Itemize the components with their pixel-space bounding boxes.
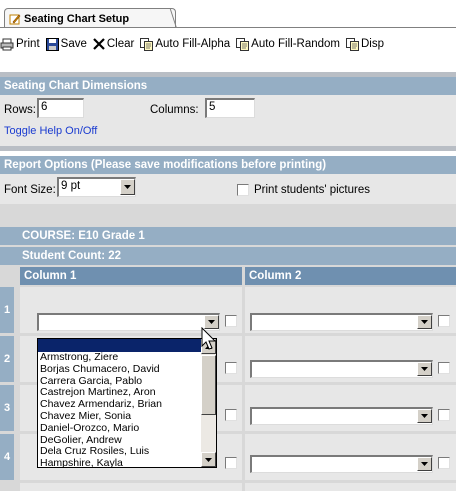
student-option[interactable]: Daniel-Orozco, Mario: [38, 422, 216, 435]
seat-dropdown-button[interactable]: [417, 409, 432, 423]
toolbar: Print Save Clear Auto Fill-Alpha Auto Fi…: [0, 34, 456, 54]
display-button[interactable]: Disp: [346, 37, 385, 51]
seat-dropdown-button[interactable]: [417, 457, 432, 471]
columns-label: Columns:: [150, 104, 199, 116]
x-icon: [93, 38, 105, 50]
section-divider: [0, 146, 456, 151]
clear-label: Clear: [106, 38, 135, 50]
seat-checkbox[interactable]: [438, 315, 450, 327]
chevron-down-icon: [208, 320, 215, 324]
seat-cell: [245, 434, 456, 480]
tab-seating-chart-setup[interactable]: Seating Chart Setup: [4, 8, 176, 28]
seat-checkbox[interactable]: [225, 362, 237, 374]
print-button[interactable]: Print: [0, 38, 40, 51]
scroll-down-button[interactable]: [201, 452, 216, 467]
printer-icon: [0, 38, 14, 50]
seat-cell: [20, 483, 242, 491]
section-divider: [0, 204, 456, 223]
font-size-dropdown-button[interactable]: [120, 179, 135, 195]
chevron-down-icon: [421, 414, 428, 418]
rows-input[interactable]: 6: [37, 98, 84, 118]
toggle-help-link[interactable]: Toggle Help On/Off: [4, 125, 97, 137]
documents-icon: [346, 37, 359, 51]
column-2-header: Column 2: [245, 267, 456, 285]
documents-icon: [236, 37, 250, 51]
student-option[interactable]: Chavez Mier, Sonia: [38, 410, 216, 423]
rows-label: Rows:: [4, 104, 36, 116]
auto-fill-alpha-button[interactable]: Auto Fill-Alpha: [140, 37, 231, 51]
student-option[interactable]: Borjas Chumacero, David: [38, 363, 216, 376]
dimensions-panel: Seating Chart Dimensions Rows: 6 Columns…: [0, 77, 456, 146]
tab-label: Seating Chart Setup: [24, 12, 130, 25]
row-number: 1: [0, 287, 14, 333]
seat-checkbox[interactable]: [225, 457, 237, 469]
seat-select[interactable]: [250, 360, 433, 378]
save-button[interactable]: Save: [45, 37, 87, 51]
chevron-down-icon: [124, 185, 131, 189]
seat-cell: [245, 385, 456, 431]
auto-fill-random-label: Auto Fill-Random: [251, 38, 340, 50]
seat-checkbox[interactable]: [438, 362, 450, 374]
seat-select[interactable]: [250, 313, 433, 331]
scroll-thumb[interactable]: [201, 355, 216, 415]
display-label: Disp: [361, 38, 385, 50]
row-number: 2: [0, 336, 14, 382]
tab-underline: [0, 27, 456, 28]
column-1-header: Column 1: [20, 267, 242, 285]
seat-select[interactable]: [250, 455, 433, 473]
seat-checkbox[interactable]: [438, 409, 450, 421]
dropdown-scrollbar[interactable]: [201, 339, 216, 467]
seat-dropdown-button[interactable]: [417, 315, 432, 329]
font-size-label: Font Size:: [4, 184, 56, 196]
report-options-panel: Report Options (Please save modification…: [0, 156, 456, 204]
report-options-title: Report Options (Please save modification…: [0, 156, 456, 174]
auto-fill-alpha-label: Auto Fill-Alpha: [155, 38, 231, 50]
pencil-icon: [9, 14, 21, 24]
student-dropdown-list[interactable]: Armstrong, Ziere Borjas Chumacero, David…: [37, 338, 217, 468]
floppy-disk-icon: [45, 37, 59, 51]
print-pictures-checkbox[interactable]: [237, 184, 249, 196]
mouse-pointer-icon: [201, 327, 217, 350]
print-label: Print: [16, 38, 40, 50]
chevron-down-icon: [421, 462, 428, 466]
seat-cell: [245, 336, 456, 382]
student-count: Student Count: 22: [0, 247, 456, 265]
seat-cell: [245, 483, 456, 491]
documents-icon: [140, 37, 154, 51]
seat-checkbox[interactable]: [438, 457, 450, 469]
student-option[interactable]: Hampshire, Kayla: [38, 457, 216, 467]
seat-cell: [245, 287, 456, 333]
font-size-value: 9 pt: [61, 180, 81, 192]
row-number: 3: [0, 385, 14, 431]
seat-checkbox[interactable]: [225, 315, 237, 327]
seat-select[interactable]: [37, 313, 220, 331]
auto-fill-random-button[interactable]: Auto Fill-Random: [236, 37, 340, 51]
font-size-select[interactable]: 9 pt: [57, 177, 136, 197]
seat-select[interactable]: [250, 407, 433, 425]
print-pictures-label: Print students' pictures: [254, 184, 370, 196]
seat-dropdown-button[interactable]: [417, 362, 432, 376]
course-label: COURSE: E10 Grade 1: [0, 227, 456, 245]
seat-checkbox[interactable]: [225, 409, 237, 421]
chevron-down-icon: [421, 367, 428, 371]
clear-button[interactable]: Clear: [93, 38, 134, 50]
chevron-down-icon: [205, 457, 212, 462]
row-number: 4: [0, 434, 14, 480]
tab-strip: Seating Chart Setup: [0, 0, 456, 28]
dimensions-title: Seating Chart Dimensions: [0, 77, 456, 95]
save-label: Save: [60, 38, 87, 50]
columns-input[interactable]: 5: [205, 98, 255, 118]
chevron-down-icon: [421, 320, 428, 324]
